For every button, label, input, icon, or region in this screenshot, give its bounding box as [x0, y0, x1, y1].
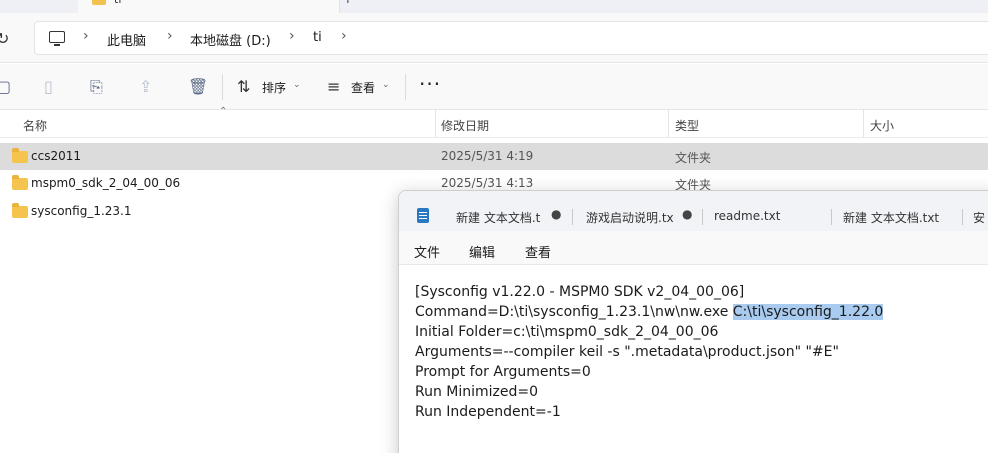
- rename-icon[interactable]: ⎘: [90, 77, 103, 97]
- text-line: Command=D:\ti\sysconfig_1.23.1\nw\nw.exe…: [415, 304, 884, 320]
- folder-icon: [12, 148, 28, 163]
- column-divider[interactable]: [668, 110, 669, 138]
- tab-divider: [572, 209, 573, 225]
- folder-icon: [12, 203, 28, 218]
- file-date: 2025/5/31 4:19: [441, 149, 534, 163]
- address-bar-row: ↻ › 此电脑 › 本地磁盘 (D:) › ti ›: [0, 13, 988, 63]
- tab-divider: [962, 209, 963, 225]
- notepad-tab-bar: 新建 文本文档.t ● 游戏启动说明.tx ● readme.txt 新建 文本…: [399, 191, 988, 231]
- computer-icon: [49, 31, 65, 46]
- view-icon[interactable]: ≡: [327, 77, 340, 96]
- chevron-right-icon[interactable]: ›: [83, 28, 89, 44]
- selected-text: C:\ti\sysconfig_1.22.0: [732, 304, 884, 320]
- new-icon[interactable]: ▢: [0, 77, 11, 96]
- chevron-down-icon[interactable]: ⌄: [382, 80, 390, 90]
- column-divider[interactable]: [863, 110, 864, 138]
- view-button[interactable]: 查看: [351, 79, 375, 96]
- file-row[interactable]: ccs2011 2025/5/31 4:19 文件夹: [0, 143, 988, 170]
- notepad-icon: [417, 208, 429, 223]
- notepad-tab[interactable]: readme.txt: [714, 209, 780, 223]
- file-type: 文件夹: [675, 151, 712, 165]
- file-name: sysconfig_1.23.1: [31, 204, 132, 218]
- chevron-down-icon[interactable]: ⌄: [293, 80, 301, 90]
- command-bar: ▢ ▯ ⎘ ⇪ 🗑 ⇅ 排序 ⌄ ≡ 查看 ⌄ ···: [0, 64, 988, 110]
- explorer-tab-ti[interactable]: ti: [78, 0, 340, 13]
- menu-file[interactable]: 文件: [414, 242, 440, 261]
- file-date: 2025/5/31 4:13: [441, 176, 534, 190]
- menu-edit[interactable]: 编辑: [469, 242, 495, 261]
- text-line: Run Independent=-1: [415, 404, 561, 420]
- notepad-tab[interactable]: 游戏启动说明.tx: [586, 209, 674, 226]
- folder-icon: [12, 175, 28, 190]
- explorer-tab-title: ti: [114, 0, 121, 6]
- tab-divider: [702, 209, 703, 225]
- breadcrumb-this-pc[interactable]: 此电脑: [107, 30, 146, 49]
- notepad-tab[interactable]: 安: [973, 209, 985, 226]
- text-line: Initial Folder=c:\ti\mspm0_sdk_2_04_00_0…: [415, 324, 719, 340]
- column-header-name[interactable]: 名称: [23, 117, 47, 134]
- notepad-tab[interactable]: 新建 文本文档.t: [456, 209, 540, 226]
- breadcrumb-ti[interactable]: ti: [313, 30, 322, 45]
- text-line: Prompt for Arguments=0: [415, 364, 591, 380]
- chevron-right-icon[interactable]: ›: [341, 28, 347, 44]
- notepad-menu-bar: 文件 编辑 查看: [399, 231, 988, 265]
- menu-view[interactable]: 查看: [525, 242, 551, 261]
- text-line: [Sysconfig v1.22.0 - MSPM0 SDK v2_04_00_…: [415, 284, 745, 300]
- folder-icon: [92, 0, 106, 5]
- refresh-icon[interactable]: ↻: [0, 29, 9, 48]
- column-header-type[interactable]: 类型: [675, 117, 699, 134]
- column-divider[interactable]: [435, 110, 436, 138]
- text-line-segment: Command=D:\ti\sysconfig_1.23.1\nw\nw.exe: [415, 304, 733, 320]
- tab-divider: [831, 209, 832, 225]
- text-line: Run Minimized=0: [415, 384, 539, 400]
- notepad-tab[interactable]: 新建 文本文档.txt: [843, 209, 939, 226]
- notepad-text-area[interactable]: [Sysconfig v1.22.0 - MSPM0 SDK v2_04_00_…: [399, 265, 988, 453]
- chevron-right-icon[interactable]: ›: [167, 28, 173, 44]
- unsaved-dot-icon[interactable]: ●: [551, 207, 561, 221]
- sort-icon[interactable]: ⇅: [237, 77, 250, 96]
- explorer-tab-strip: ti +: [0, 0, 988, 13]
- new-tab-plus-icon[interactable]: +: [342, 0, 354, 7]
- file-name: ccs2011: [31, 149, 81, 163]
- toolbar-divider: [222, 74, 223, 100]
- notepad-window: 新建 文本文档.t ● 游戏启动说明.tx ● readme.txt 新建 文本…: [398, 190, 988, 453]
- file-name: mspm0_sdk_2_04_00_06: [31, 176, 181, 190]
- more-options-button[interactable]: ···: [419, 72, 441, 96]
- chevron-right-icon[interactable]: ›: [289, 28, 295, 44]
- sort-button[interactable]: 排序: [262, 79, 286, 96]
- column-header-size[interactable]: 大小: [870, 117, 894, 134]
- paste-icon[interactable]: ▯: [44, 77, 53, 96]
- unsaved-dot-icon[interactable]: ●: [682, 207, 692, 221]
- delete-icon[interactable]: 🗑: [188, 77, 208, 96]
- column-header: ⌃ 名称 修改日期 类型 大小: [0, 106, 988, 138]
- toolbar-divider: [405, 74, 406, 100]
- address-bar[interactable]: › 此电脑 › 本地磁盘 (D:) › ti ›: [34, 21, 988, 55]
- column-header-date[interactable]: 修改日期: [441, 117, 489, 134]
- sort-caret-icon: ⌃: [219, 106, 228, 117]
- share-icon[interactable]: ⇪: [139, 77, 152, 96]
- text-line: Arguments=--compiler keil -s ".metadata\…: [415, 344, 839, 360]
- breadcrumb-local-disk[interactable]: 本地磁盘 (D:): [190, 30, 271, 49]
